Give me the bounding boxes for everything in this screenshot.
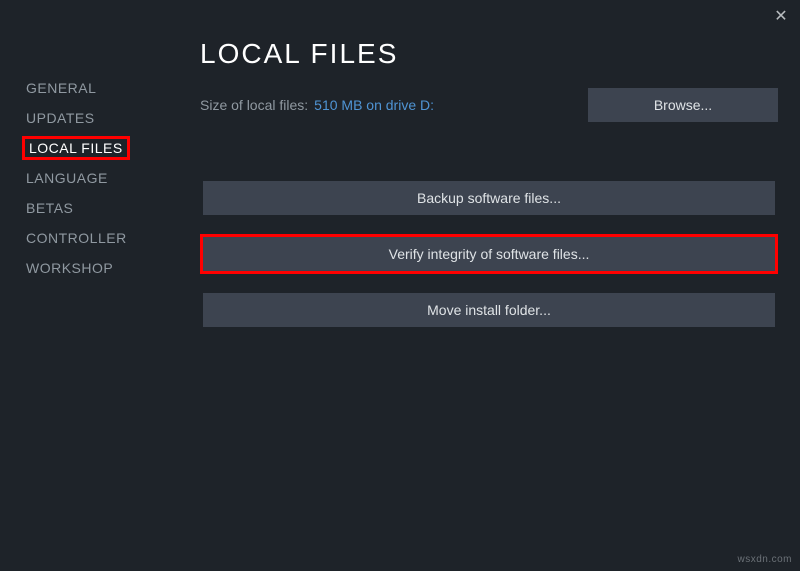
size-row: Size of local files: 510 MB on drive D: … [200,88,778,122]
close-icon[interactable]: ✕ [772,8,790,26]
size-label: Size of local files: [200,97,308,113]
properties-dialog: GENERAL UPDATES LOCAL FILES LANGUAGE BET… [0,0,800,571]
move-install-folder-button[interactable]: Move install folder... [203,293,775,327]
sidebar-item-betas[interactable]: BETAS [22,196,77,220]
sidebar-item-controller[interactable]: CONTROLLER [22,226,131,250]
sidebar-item-workshop[interactable]: WORKSHOP [22,256,117,280]
backup-files-button[interactable]: Backup software files... [203,181,775,215]
page-title: LOCAL FILES [200,38,778,70]
browse-button[interactable]: Browse... [588,88,778,122]
sidebar-item-general[interactable]: GENERAL [22,76,100,100]
sidebar-item-local-files[interactable]: LOCAL FILES [22,136,130,160]
size-value: 510 MB on drive D: [314,97,434,113]
sidebar: GENERAL UPDATES LOCAL FILES LANGUAGE BET… [0,28,200,571]
verify-integrity-button[interactable]: Verify integrity of software files... [203,237,775,271]
sidebar-item-updates[interactable]: UPDATES [22,106,99,130]
watermark: wsxdn.com [737,554,792,565]
main-panel: LOCAL FILES Size of local files: 510 MB … [200,28,800,571]
sidebar-item-language[interactable]: LANGUAGE [22,166,112,190]
